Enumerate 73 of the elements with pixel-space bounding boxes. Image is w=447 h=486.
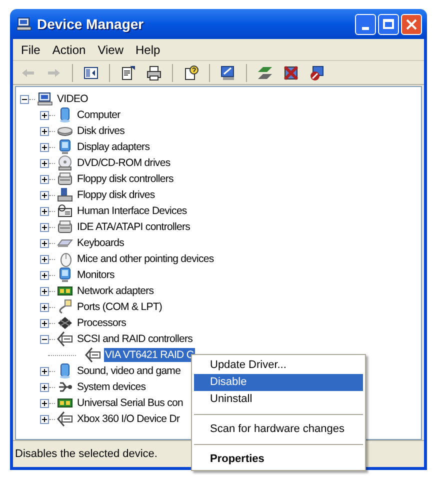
- help-icon: [183, 64, 199, 80]
- monitor-icon: [57, 139, 73, 155]
- expander-icon[interactable]: [40, 334, 49, 344]
- menu-option[interactable]: Uninstall: [194, 391, 363, 408]
- tree-item[interactable]: Universal Serial Bus con: [76, 396, 184, 410]
- menu-item[interactable]: View: [92, 40, 130, 58]
- menu-option[interactable]: Scan for hardware changes: [194, 421, 363, 438]
- tree-item[interactable]: SCSI and RAID controllers: [76, 332, 194, 346]
- tree-item[interactable]: Xbox 360 I/O Device Dr: [76, 412, 181, 426]
- expander-icon[interactable]: [40, 142, 49, 152]
- expander-icon[interactable]: [20, 94, 29, 104]
- expander-icon[interactable]: [40, 222, 49, 232]
- controller-icon: [57, 331, 73, 347]
- maximize-button[interactable]: [378, 14, 399, 34]
- floppy-drive-icon: [57, 187, 73, 203]
- expander-icon[interactable]: [40, 206, 49, 216]
- expander-icon[interactable]: [40, 414, 49, 424]
- expander-icon[interactable]: [40, 286, 49, 296]
- console-tree-icon: [83, 64, 99, 80]
- expander-icon[interactable]: [40, 254, 49, 264]
- menu-item[interactable]: File: [15, 40, 46, 58]
- printer-icon: [146, 64, 162, 80]
- tree-item[interactable]: Keyboards: [76, 236, 126, 250]
- input-device-icon: [57, 203, 73, 219]
- tree-item[interactable]: Disk drives: [76, 124, 126, 138]
- tree-item[interactable]: Computer: [76, 108, 122, 122]
- expander-icon[interactable]: [40, 174, 49, 184]
- menu-option[interactable]: Properties: [194, 451, 363, 468]
- close-icon: [406, 18, 417, 30]
- floppy-controller-icon: [57, 219, 73, 235]
- expander-icon[interactable]: [40, 158, 49, 168]
- expander-icon[interactable]: [40, 318, 49, 328]
- tree-item[interactable]: DVD/CD-ROM drives: [76, 156, 172, 170]
- tree-item[interactable]: Monitors: [76, 268, 116, 282]
- controller-icon: [57, 411, 73, 427]
- monitor-icon: [57, 267, 73, 283]
- window-title: Device Manager: [37, 14, 144, 34]
- expander-icon[interactable]: [40, 190, 49, 200]
- port-icon: [57, 299, 73, 315]
- close-button[interactable]: [401, 14, 422, 34]
- controller-icon: [85, 347, 101, 363]
- tree-item[interactable]: Display adapters: [76, 140, 151, 154]
- tree-item[interactable]: Mice and other pointing devices: [76, 252, 215, 266]
- uninstall-icon: [283, 64, 299, 80]
- expander-icon[interactable]: [40, 126, 49, 136]
- tree-item[interactable]: Ports (COM & LPT): [76, 300, 164, 314]
- menu-item[interactable]: Action: [46, 40, 92, 58]
- minimize-button[interactable]: [355, 14, 376, 34]
- expander-icon[interactable]: [40, 238, 49, 248]
- tree-item[interactable]: IDE ATA/ATAPI controllers: [76, 220, 192, 234]
- disable-icon: [309, 64, 325, 80]
- expander-icon[interactable]: [40, 110, 49, 120]
- tree-item[interactable]: Network adapters: [76, 284, 155, 298]
- expander-icon[interactable]: [40, 398, 49, 408]
- tree-item[interactable]: VIDEO: [56, 92, 89, 106]
- menu-option[interactable]: Disable: [194, 374, 363, 391]
- tree-item[interactable]: Floppy disk controllers: [76, 172, 174, 186]
- menu-option[interactable]: Update Driver...: [194, 357, 363, 374]
- expander-icon[interactable]: [40, 302, 49, 312]
- tree-item[interactable]: Sound, video and game: [76, 364, 182, 378]
- status-text: Disables the selected device.: [15, 446, 158, 462]
- tree-item[interactable]: Processors: [76, 316, 128, 330]
- expander-icon[interactable]: [40, 270, 49, 280]
- tree-item[interactable]: Floppy disk drives: [76, 188, 156, 202]
- expander-icon[interactable]: [40, 366, 49, 376]
- floppy-controller-icon: [57, 171, 73, 187]
- processor-icon: [57, 315, 73, 331]
- disc-drive-icon: [57, 155, 73, 171]
- tree-item[interactable]: Human Interface Devices: [76, 204, 188, 218]
- tree-item[interactable]: System devices: [76, 380, 147, 394]
- menu-item[interactable]: Help: [130, 40, 166, 58]
- expander-icon[interactable]: [40, 382, 49, 392]
- properties-icon: [120, 64, 136, 80]
